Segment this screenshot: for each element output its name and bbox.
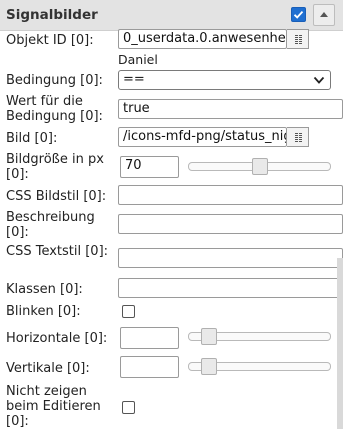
vertikale-slider[interactable] xyxy=(188,358,331,375)
scrollbar[interactable] xyxy=(337,258,343,429)
objekt-id-browse-button[interactable] xyxy=(287,29,309,49)
bildgroesse-label: Bildgröße in px [0]: xyxy=(6,152,104,182)
beschreibung-input[interactable] xyxy=(118,214,343,234)
bild-browse-button[interactable] xyxy=(287,127,309,147)
vertikale-input[interactable] xyxy=(120,356,179,378)
klassen-label: Klassen [0]: xyxy=(6,282,83,297)
objekt-id-name: Daniel xyxy=(118,52,158,67)
bildgroesse-slider[interactable] xyxy=(188,158,331,175)
bild-label: Bild [0]: xyxy=(6,131,58,146)
objekt-id-label: Objekt ID [0]: xyxy=(6,33,94,48)
section-header: Signalbilder xyxy=(0,0,343,31)
beschreibung-label: Beschreibung [0]: xyxy=(6,210,95,240)
chevron-down-icon xyxy=(313,76,325,84)
horizontale-slider-thumb[interactable] xyxy=(201,328,217,345)
collapse-section-button[interactable] xyxy=(313,4,335,26)
bild-input[interactable]: /icons-mfd-png/status_night xyxy=(118,127,287,147)
vertikale-slider-thumb[interactable] xyxy=(201,358,217,375)
bildgroesse-input[interactable]: 70 xyxy=(120,156,179,178)
horizontale-input[interactable] xyxy=(120,327,179,349)
vertikale-label: Vertikale [0]: xyxy=(6,361,90,376)
objekt-id-input[interactable]: 0_userdata.0.anwesenheit xyxy=(118,29,287,49)
horizontale-slider[interactable] xyxy=(188,328,331,345)
nicht-zeigen-checkbox[interactable] xyxy=(122,401,135,414)
bedingung-select[interactable]: == xyxy=(118,70,331,90)
blinken-checkbox[interactable] xyxy=(122,305,135,318)
blinken-label: Blinken [0]: xyxy=(6,304,81,319)
bedingung-value: == xyxy=(123,72,145,87)
checkmark-icon xyxy=(293,10,304,19)
css-textstil-label: CSS Textstil [0]: xyxy=(6,244,109,259)
section-title: Signalbilder xyxy=(6,7,98,23)
nicht-zeigen-label: Nicht zeigen beim Editieren [0]: xyxy=(6,384,101,429)
section-enabled-checkbox[interactable] xyxy=(291,7,306,22)
klassen-input[interactable] xyxy=(118,278,343,298)
css-bildstil-input[interactable] xyxy=(118,185,343,205)
bildgroesse-slider-thumb[interactable] xyxy=(252,158,268,175)
wert-input[interactable]: true xyxy=(118,99,343,119)
horizontale-label: Horizontale [0]: xyxy=(6,331,108,346)
wert-label: Wert für die Bedingung [0]: xyxy=(6,94,103,124)
css-textstil-input[interactable] xyxy=(118,248,343,268)
css-bildstil-label: CSS Bildstil [0]: xyxy=(6,189,107,204)
bedingung-label: Bedingung [0]: xyxy=(6,73,103,88)
